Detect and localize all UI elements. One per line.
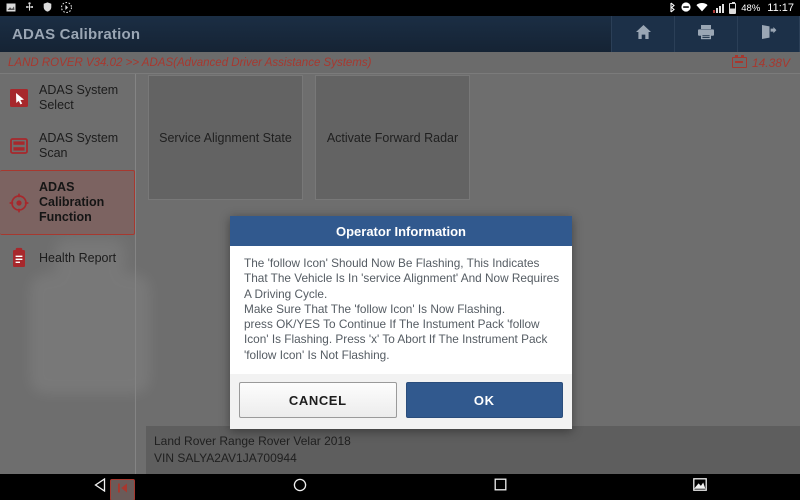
printer-icon [697,24,715,45]
bluetooth-settings-icon [60,1,73,15]
sidebar-item-adas-system-select[interactable]: ADAS System Select [0,74,135,122]
sidebar-item-health-report[interactable]: Health Report [0,235,135,281]
header-actions [611,16,800,52]
back-triangle-icon [93,477,107,497]
app-header-bar: ADAS Calibration [0,16,800,52]
wifi-icon [696,2,708,14]
vehicle-model: Land Rover Range Rover Velar 2018 [154,434,351,448]
dialog-paragraph: Make Sure That The 'follow Icon' Is Now … [244,301,506,316]
voltage-indicator: 14.38V [731,55,800,70]
content-area: ADAS System Select ADAS System Scan ADAS… [0,74,800,500]
exit-button[interactable] [737,16,800,52]
dialog-paragraph: press OK/YES To Continue If The Instumen… [244,317,548,362]
scan-icon [8,135,30,157]
home-button[interactable] [611,16,674,52]
dialog-paragraph: The 'follow Icon' Should Now Be Flashing… [244,256,560,301]
vehicle-info-panel: Land Rover Range Rover Velar 2018 VIN SA… [146,426,800,474]
app-root: 48% 11:17 ADAS Calibration LAND ROVER V3… [0,0,800,500]
screenshot-icon [6,3,16,14]
dialog-actions: CANCEL OK [230,374,572,429]
sidebar-item-label: ADAS Calibration Function [39,180,105,224]
nav-recents-button[interactable] [470,478,530,496]
print-button[interactable] [674,16,737,52]
sidebar-item-adas-system-scan[interactable]: ADAS System Scan [0,122,135,170]
status-bar-left-icons [6,1,669,15]
function-card-list: Service Alignment State Activate Forward… [148,75,470,200]
sidebar-nav: ADAS System Select ADAS System Scan ADAS… [0,74,136,474]
operator-information-dialog: Operator Information The 'follow Icon' S… [230,216,572,429]
android-status-bar: 48% 11:17 [0,0,800,16]
card-activate-forward-radar[interactable]: Activate Forward Radar [315,75,470,200]
ok-button[interactable]: OK [405,382,563,418]
shield-icon [43,2,52,14]
battery-voltage-icon [731,55,747,68]
home-circle-icon [293,478,307,497]
exit-icon [760,24,777,45]
bluetooth-icon [669,2,676,15]
card-service-alignment-state[interactable]: Service Alignment State [148,75,303,200]
collapse-left-icon [116,481,129,499]
sidebar-collapse-button[interactable] [110,479,135,500]
home-icon [635,24,652,45]
voltage-value: 14.38V [751,55,790,70]
sidebar-item-label: ADAS System Scan [39,131,119,160]
status-bar-right-icons: 48% 11:17 [669,1,794,15]
card-label: Activate Forward Radar [326,130,459,145]
recents-square-icon [494,478,507,496]
clock-label: 11:17 [767,2,794,14]
nav-screenshot-button[interactable] [670,478,730,496]
battery-icon [729,1,737,14]
target-crosshair-icon [8,192,30,214]
breadcrumb-bar: LAND ROVER V34.02 >> ADAS(Advanced Drive… [0,52,800,74]
battery-percent-label: 48% [741,2,761,14]
page-title: ADAS Calibration [12,25,141,43]
sidebar-item-adas-calibration-function[interactable]: ADAS Calibration Function [0,170,135,235]
screenshot-icon [693,478,707,496]
vehicle-vin: VIN SALYA2AV1JA700944 [154,451,297,465]
card-label: Service Alignment State [159,130,292,145]
cancel-button[interactable]: CANCEL [239,382,397,418]
sidebar-item-label: ADAS System Select [39,83,119,112]
dialog-body: The 'follow Icon' Should Now Be Flashing… [230,246,572,374]
cellular-signal-icon [713,3,725,13]
sidebar-item-label: Health Report [39,250,117,265]
cursor-select-icon [8,87,30,109]
breadcrumb: LAND ROVER V34.02 >> ADAS(Advanced Drive… [8,56,372,69]
nav-home-button[interactable] [270,478,330,497]
dialog-title: Operator Information [230,216,572,246]
usb-icon [25,2,34,14]
do-not-disturb-icon [681,2,691,14]
clipboard-report-icon [8,247,30,269]
